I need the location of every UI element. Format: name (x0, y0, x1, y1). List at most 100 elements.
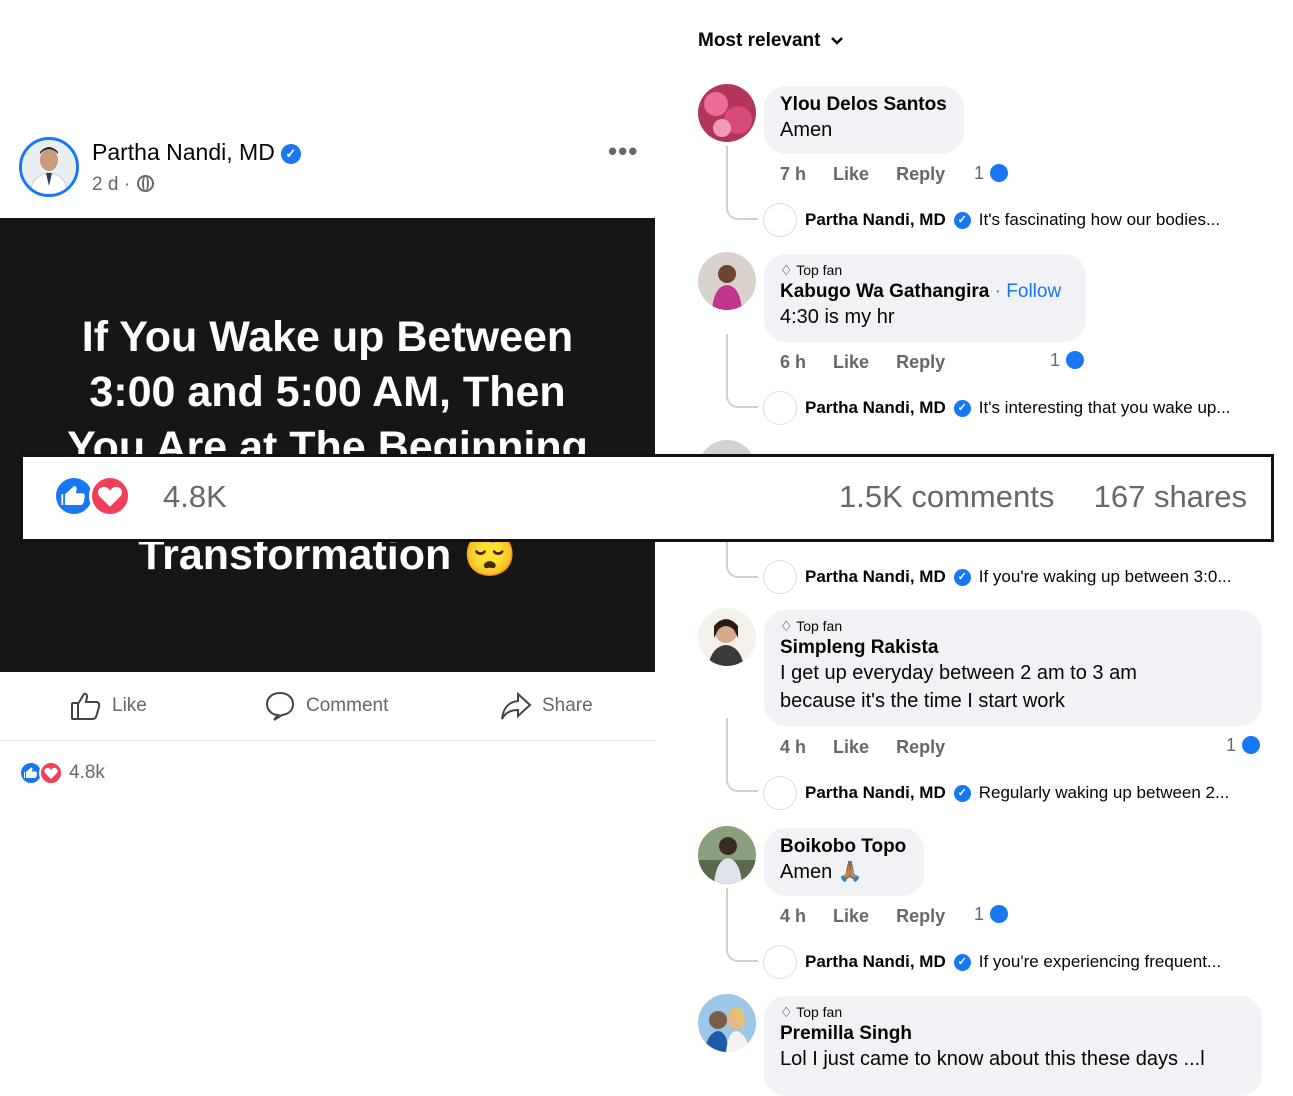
comment-text-line-2: because it's the time I start work (780, 690, 1066, 712)
comment-bubble: Ylou Delos Santos Amen (764, 86, 964, 154)
share-label: Share (542, 695, 593, 716)
post-time[interactable]: 2 d · (92, 174, 130, 195)
like-reaction-icon (988, 903, 1011, 925)
top-fan-badge: ♢ Top fan (780, 262, 1070, 279)
love-reaction-icon (89, 475, 131, 517)
commenter-avatar[interactable] (698, 826, 756, 884)
commenter-avatar[interactable] (698, 252, 756, 310)
verified-badge-icon: ✓ (953, 568, 971, 586)
comment-like-button[interactable]: Like (833, 737, 869, 757)
diamond-icon: ♢ (780, 1004, 793, 1020)
share-button[interactable]: Share (500, 690, 593, 722)
author-avatar[interactable] (19, 137, 79, 197)
top-fan-label: Top fan (796, 1004, 843, 1020)
commenter-avatar[interactable] (698, 84, 756, 142)
post-image-line-1: If You Wake up Between (81, 313, 574, 361)
reply-author[interactable]: Partha Nandi, MD (805, 783, 946, 803)
shares-count[interactable]: 167 shares (1094, 479, 1247, 514)
reply-author[interactable]: Partha Nandi, MD (805, 952, 946, 972)
comment-reaction-count[interactable]: 1 (1226, 734, 1263, 756)
commenter-name[interactable]: Boikobo Topo (780, 836, 908, 858)
verified-badge-icon: ✓ (953, 399, 971, 417)
commenter-avatar[interactable] (698, 994, 756, 1052)
reply-preview[interactable]: Partha Nandi, MD ✓ If you're experiencin… (763, 945, 1221, 979)
comment-like-button[interactable]: Like (833, 352, 869, 372)
like-reaction-icon (1064, 349, 1087, 371)
divider (0, 740, 655, 741)
reply-text: If you're waking up between 3:0... (978, 567, 1232, 586)
thread-line (726, 146, 758, 220)
commenter-avatar[interactable] (698, 608, 756, 666)
top-fan-label: Top fan (796, 262, 843, 278)
reply-preview[interactable]: Partha Nandi, MD ✓ If you're waking up b… (763, 560, 1231, 594)
comment-text: Amen 🙏🏽 (780, 861, 863, 883)
reply-author[interactable]: Partha Nandi, MD (805, 398, 946, 418)
reply-preview[interactable]: Partha Nandi, MD ✓ It's interesting that… (763, 391, 1231, 425)
comment-reaction-count[interactable]: 1 (1050, 349, 1087, 371)
love-reaction-icon (39, 761, 63, 785)
diamond-icon: ♢ (780, 618, 793, 634)
comment-reply-button[interactable]: Reply (896, 352, 945, 372)
reply-avatar[interactable] (763, 391, 797, 425)
comment-text: 4:30 is my hr (780, 306, 895, 328)
commenter-name[interactable]: Ylou Delos Santos (780, 94, 948, 116)
sort-dropdown[interactable]: Most relevant (698, 30, 844, 52)
commenter-name[interactable]: Simpleng Rakista (780, 637, 1246, 659)
top-fan-badge: ♢ Top fan (780, 1004, 1246, 1021)
reply-text: If you're experiencing frequent... (978, 952, 1222, 971)
comment-reply-button[interactable]: Reply (896, 164, 945, 184)
comment-time[interactable]: 4 h (780, 737, 806, 757)
diamond-icon: ♢ (780, 262, 793, 278)
comment-actions: 4 h Like Reply (780, 906, 967, 927)
comment-button[interactable]: Comment (264, 690, 388, 722)
more-options-button[interactable]: ••• (608, 136, 638, 167)
reply-preview[interactable]: Partha Nandi, MD ✓ Regularly waking up b… (763, 776, 1229, 810)
comment-actions: 4 h Like Reply (780, 737, 967, 758)
comment-like-button[interactable]: Like (833, 164, 869, 184)
reaction-stats-bar: 4.8K 1.5K comments 167 shares (20, 454, 1274, 542)
follow-button[interactable]: Follow (1006, 281, 1061, 302)
verified-badge-icon: ✓ (280, 144, 301, 164)
count-text: 1 (974, 162, 985, 183)
post-meta: 2 d · (92, 174, 155, 196)
reaction-count-large[interactable]: 4.8K (163, 479, 227, 515)
comment-time[interactable]: 4 h (780, 906, 806, 926)
comment-text-line-1: I get up everyday between 2 am to 3 am (780, 662, 1137, 684)
comment-bubble: ♢ Top fan Premilla Singh Lol I just came… (764, 996, 1262, 1096)
post-image[interactable]: If You Wake up Between 3:00 and 5:00 AM,… (0, 218, 655, 672)
comments-count[interactable]: 1.5K comments (839, 479, 1054, 514)
comment-like-button[interactable]: Like (833, 906, 869, 926)
verified-badge-icon: ✓ (953, 211, 971, 229)
reply-author[interactable]: Partha Nandi, MD (805, 567, 946, 587)
reaction-count[interactable]: 4.8k (69, 762, 105, 784)
reply-preview[interactable]: Partha Nandi, MD ✓ It's fascinating how … (763, 203, 1220, 237)
reply-avatar[interactable] (763, 203, 797, 237)
author-name[interactable]: Partha Nandi, MD ✓ (92, 139, 301, 166)
count-text: 1 (1050, 349, 1061, 370)
comment-reaction-count[interactable]: 1 (974, 903, 1011, 925)
comment-time[interactable]: 6 h (780, 352, 806, 372)
reply-text: It's interesting that you wake up... (978, 398, 1231, 417)
comment-icon (265, 691, 295, 721)
comment-bubble: ♢ Top fan Simpleng Rakista I get up ever… (764, 610, 1262, 726)
comment-reply-button[interactable]: Reply (896, 737, 945, 757)
author-name-text[interactable]: Partha Nandi, MD (92, 139, 275, 165)
sort-label: Most relevant (698, 30, 821, 51)
comment-reply-button[interactable]: Reply (896, 906, 945, 926)
reply-avatar[interactable] (763, 560, 797, 594)
verified-badge-icon: ✓ (953, 953, 971, 971)
commenter-name[interactable]: Premilla Singh (780, 1023, 1246, 1045)
reactions-summary[interactable]: 4.8k (19, 761, 105, 785)
reply-author[interactable]: Partha Nandi, MD (805, 210, 946, 230)
like-label: Like (112, 695, 147, 716)
thread-line (726, 888, 758, 962)
reply-avatar[interactable] (763, 776, 797, 810)
comment-reaction-count[interactable]: 1 (974, 162, 1011, 184)
reply-text: It's fascinating how our bodies... (978, 210, 1221, 229)
comment-time[interactable]: 7 h (780, 164, 806, 184)
like-button[interactable]: Like (70, 690, 147, 722)
post-image-line-2: 3:00 and 5:00 AM, Then (89, 368, 566, 416)
reply-avatar[interactable] (763, 945, 797, 979)
comment-actions: 7 h Like Reply (780, 164, 967, 185)
commenter-name[interactable]: Kabugo Wa Gathangira (780, 281, 989, 302)
